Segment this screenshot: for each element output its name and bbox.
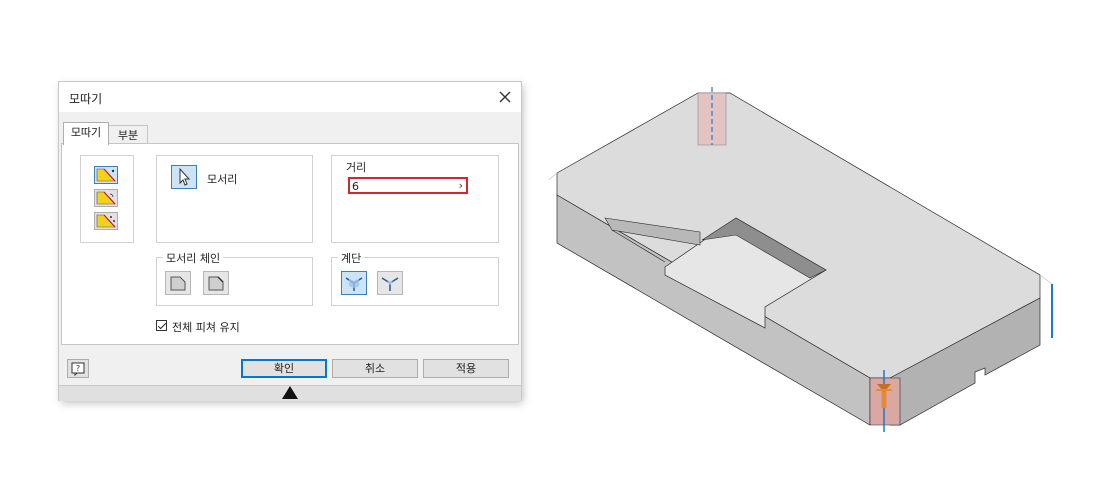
edges-group: 모서리	[156, 155, 313, 243]
setback-label: 계단	[338, 250, 365, 266]
apply-button[interactable]: 적용	[423, 359, 509, 378]
distance-label: 거리	[346, 161, 367, 174]
chevron-right-icon[interactable]: ›	[459, 179, 463, 192]
preserve-features-label: 전체 피쳐 유지	[172, 321, 240, 334]
method-group	[80, 155, 134, 243]
cursor-arrow-icon[interactable]	[171, 165, 197, 189]
distance-input[interactable]: 6 ›	[348, 177, 468, 194]
cancel-button[interactable]: 취소	[332, 359, 418, 378]
dialog-title: 모따기	[69, 92, 103, 106]
chamfer-distance-angle-icon[interactable]	[94, 189, 118, 207]
edges-label: 모서리	[207, 173, 238, 186]
expand-triangle-icon[interactable]	[282, 386, 298, 399]
chamfer-distance-icon[interactable]	[94, 166, 118, 184]
tab-chamfer[interactable]: 모따기	[63, 122, 109, 145]
close-icon[interactable]	[495, 87, 515, 107]
edge-chain-single-icon[interactable]	[203, 271, 229, 295]
chamfer-dialog: 모따기 모따기 부분 모서리 거리 6 › 모서리 체인 계단 전체 피쳐 유지…	[59, 82, 521, 401]
help-button[interactable]: ?	[67, 359, 89, 378]
distance-group: 거리 6 ›	[331, 155, 499, 243]
distance-value: 6	[352, 180, 359, 193]
edge-chain-label: 모서리 체인	[163, 250, 224, 266]
edge-chain-all-icon[interactable]	[165, 271, 191, 295]
svg-text:?: ?	[76, 364, 80, 373]
setback-corner-icon[interactable]	[341, 271, 367, 295]
edge-chain-group: 모서리 체인	[156, 250, 313, 306]
chamfer-two-distances-icon[interactable]	[94, 212, 118, 230]
setback-vertex-icon[interactable]	[377, 271, 403, 295]
help-icon: ?	[71, 362, 85, 377]
model-viewport	[549, 87, 1053, 432]
preserve-features-checkbox[interactable]	[156, 320, 167, 331]
setback-group: 계단	[331, 250, 499, 306]
tab-panel: 모서리 거리 6 › 모서리 체인 계단 전체 피쳐 유지	[61, 143, 519, 345]
model-top-face	[556, 92, 1041, 379]
title-bar: 모따기	[59, 82, 521, 112]
ok-button[interactable]: 확인	[241, 359, 327, 378]
